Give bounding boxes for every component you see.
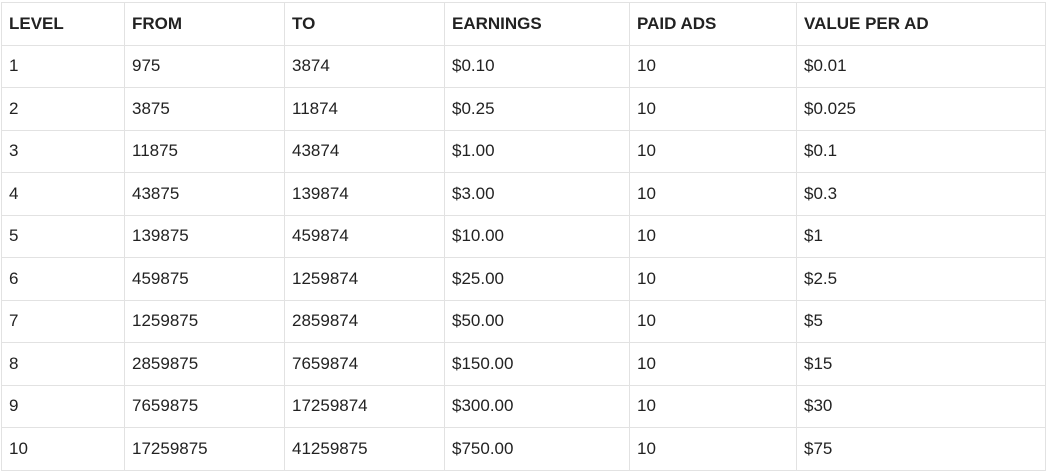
cell-paid-ads: 10 — [629, 427, 797, 471]
cell-value-per-ad: $0.1 — [796, 129, 1046, 173]
cell-earnings: $25.00 — [444, 257, 630, 301]
cell-value-per-ad: $0.01 — [796, 44, 1046, 88]
cell-paid-ads: 10 — [629, 87, 797, 131]
cell-value-per-ad: $2.5 — [796, 257, 1046, 301]
cell-earnings: $150.00 — [444, 342, 630, 386]
cell-paid-ads: 10 — [629, 342, 797, 386]
cell-earnings: $10.00 — [444, 214, 630, 258]
cell-level: 1 — [1, 44, 125, 88]
cell-to: 1259874 — [284, 257, 445, 301]
cell-to: 7659874 — [284, 342, 445, 386]
cell-value-per-ad: $0.3 — [796, 172, 1046, 216]
cell-paid-ads: 10 — [629, 129, 797, 173]
cell-to: 43874 — [284, 129, 445, 173]
cell-earnings: $3.00 — [444, 172, 630, 216]
cell-from: 139875 — [124, 214, 285, 258]
cell-paid-ads: 10 — [629, 172, 797, 216]
header-from: FROM — [124, 2, 285, 46]
table-header: LEVEL FROM TO EARNINGS PAID ADS VALUE PE… — [1, 2, 1046, 46]
cell-from: 2859875 — [124, 342, 285, 386]
table-row: 2 3875 11874 $0.25 10 $0.025 — [1, 87, 1046, 131]
table-row: 5 139875 459874 $10.00 10 $1 — [1, 214, 1046, 258]
cell-paid-ads: 10 — [629, 299, 797, 343]
cell-earnings: $50.00 — [444, 299, 630, 343]
table-body: 1 975 3874 $0.10 10 $0.01 2 3875 11874 $… — [1, 44, 1046, 471]
cell-earnings: $0.25 — [444, 87, 630, 131]
cell-level: 6 — [1, 257, 125, 301]
cell-value-per-ad: $30 — [796, 384, 1046, 428]
cell-value-per-ad: $1 — [796, 214, 1046, 258]
table-row: 1 975 3874 $0.10 10 $0.01 — [1, 44, 1046, 88]
cell-level: 5 — [1, 214, 125, 258]
cell-paid-ads: 10 — [629, 44, 797, 88]
cell-level: 2 — [1, 87, 125, 131]
cell-value-per-ad: $5 — [796, 299, 1046, 343]
cell-level: 3 — [1, 129, 125, 173]
cell-value-per-ad: $15 — [796, 342, 1046, 386]
cell-earnings: $1.00 — [444, 129, 630, 173]
table-row: 6 459875 1259874 $25.00 10 $2.5 — [1, 257, 1046, 301]
table-row: 4 43875 139874 $3.00 10 $0.3 — [1, 172, 1046, 216]
header-row: LEVEL FROM TO EARNINGS PAID ADS VALUE PE… — [1, 2, 1046, 46]
header-paid-ads: PAID ADS — [629, 2, 797, 46]
cell-from: 1259875 — [124, 299, 285, 343]
header-earnings: EARNINGS — [444, 2, 630, 46]
cell-to: 3874 — [284, 44, 445, 88]
cell-from: 3875 — [124, 87, 285, 131]
cell-level: 8 — [1, 342, 125, 386]
cell-from: 975 — [124, 44, 285, 88]
cell-to: 2859874 — [284, 299, 445, 343]
table-row: 8 2859875 7659874 $150.00 10 $15 — [1, 342, 1046, 386]
cell-level: 9 — [1, 384, 125, 428]
cell-level: 4 — [1, 172, 125, 216]
cell-earnings: $750.00 — [444, 427, 630, 471]
cell-to: 459874 — [284, 214, 445, 258]
table-row: 10 17259875 41259875 $750.00 10 $75 — [1, 427, 1046, 471]
cell-from: 17259875 — [124, 427, 285, 471]
cell-earnings: $0.10 — [444, 44, 630, 88]
cell-level: 10 — [1, 427, 125, 471]
cell-to: 11874 — [284, 87, 445, 131]
cell-to: 17259874 — [284, 384, 445, 428]
cell-paid-ads: 10 — [629, 214, 797, 258]
table-row: 3 11875 43874 $1.00 10 $0.1 — [1, 129, 1046, 173]
cell-from: 43875 — [124, 172, 285, 216]
cell-paid-ads: 10 — [629, 384, 797, 428]
header-level: LEVEL — [1, 2, 125, 46]
cell-from: 459875 — [124, 257, 285, 301]
table-row: 7 1259875 2859874 $50.00 10 $5 — [1, 299, 1046, 343]
header-value-per-ad: VALUE PER AD — [796, 2, 1046, 46]
cell-value-per-ad: $75 — [796, 427, 1046, 471]
levels-table: LEVEL FROM TO EARNINGS PAID ADS VALUE PE… — [1, 2, 1046, 471]
cell-to: 41259875 — [284, 427, 445, 471]
cell-value-per-ad: $0.025 — [796, 87, 1046, 131]
header-to: TO — [284, 2, 445, 46]
cell-earnings: $300.00 — [444, 384, 630, 428]
cell-from: 7659875 — [124, 384, 285, 428]
cell-to: 139874 — [284, 172, 445, 216]
cell-paid-ads: 10 — [629, 257, 797, 301]
cell-from: 11875 — [124, 129, 285, 173]
cell-level: 7 — [1, 299, 125, 343]
table-row: 9 7659875 17259874 $300.00 10 $30 — [1, 384, 1046, 428]
